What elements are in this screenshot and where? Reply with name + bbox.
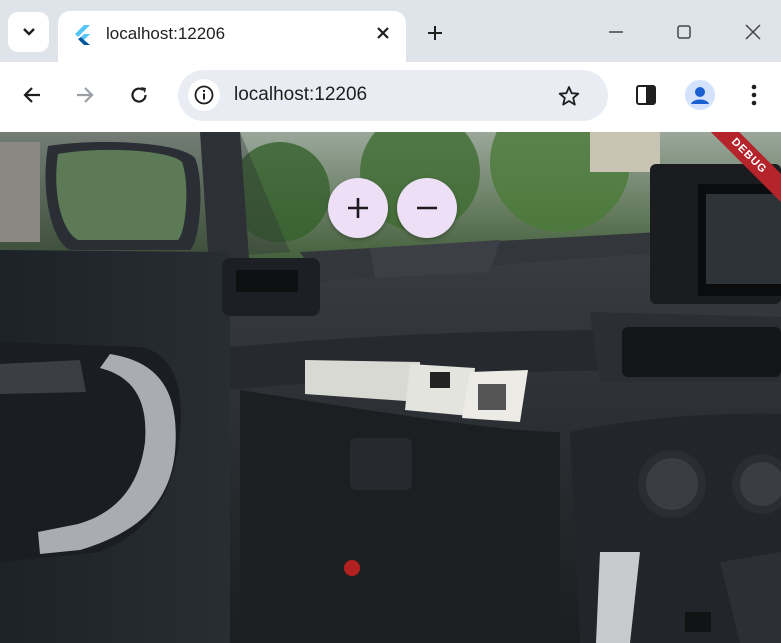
browser-tab[interactable]: localhost:12206 — [58, 11, 406, 62]
back-button[interactable] — [15, 78, 49, 112]
maximize-button[interactable] — [662, 12, 706, 52]
reload-button[interactable] — [122, 78, 156, 112]
plus-icon — [428, 26, 442, 40]
close-icon — [377, 27, 389, 39]
browser-tab-strip: localhost:12206 — [0, 0, 781, 62]
zoom-in-button[interactable] — [328, 178, 388, 238]
forward-button[interactable] — [68, 78, 102, 112]
arrow-left-icon — [23, 87, 40, 103]
more-vert-icon — [751, 84, 757, 106]
close-icon — [745, 24, 761, 40]
site-info-button[interactable] — [188, 79, 220, 111]
side-panel-icon — [636, 85, 656, 105]
app-viewport: DEBUG — [0, 132, 781, 643]
chevron-down-icon — [22, 28, 35, 36]
bookmark-button[interactable] — [554, 81, 584, 111]
star-icon — [558, 86, 580, 106]
car-interior-photo — [0, 132, 781, 643]
profile-button[interactable] — [683, 78, 717, 112]
reload-icon — [131, 87, 147, 103]
flutter-logo-icon — [75, 25, 90, 45]
browser-toolbar: localhost:12206 — [0, 62, 781, 132]
tab-search-button[interactable] — [8, 12, 49, 52]
address-bar[interactable]: localhost:12206 — [178, 70, 608, 121]
plus-icon — [348, 198, 368, 218]
maximize-icon — [677, 25, 691, 39]
tab-title: localhost:12206 — [106, 24, 226, 43]
arrow-right-icon — [77, 87, 94, 103]
tab-close-button[interactable] — [370, 20, 396, 46]
minus-icon — [417, 206, 437, 210]
new-tab-button[interactable] — [420, 18, 450, 48]
minimize-icon — [609, 31, 623, 33]
minimize-button[interactable] — [594, 12, 638, 52]
browser-menu-button[interactable] — [737, 78, 771, 112]
window-close-button[interactable] — [731, 12, 775, 52]
info-icon — [194, 85, 214, 105]
side-panel-button[interactable] — [629, 78, 663, 112]
url-text[interactable]: localhost:12206 — [234, 84, 367, 106]
zoom-out-button[interactable] — [397, 178, 457, 238]
avatar-icon — [685, 80, 715, 110]
